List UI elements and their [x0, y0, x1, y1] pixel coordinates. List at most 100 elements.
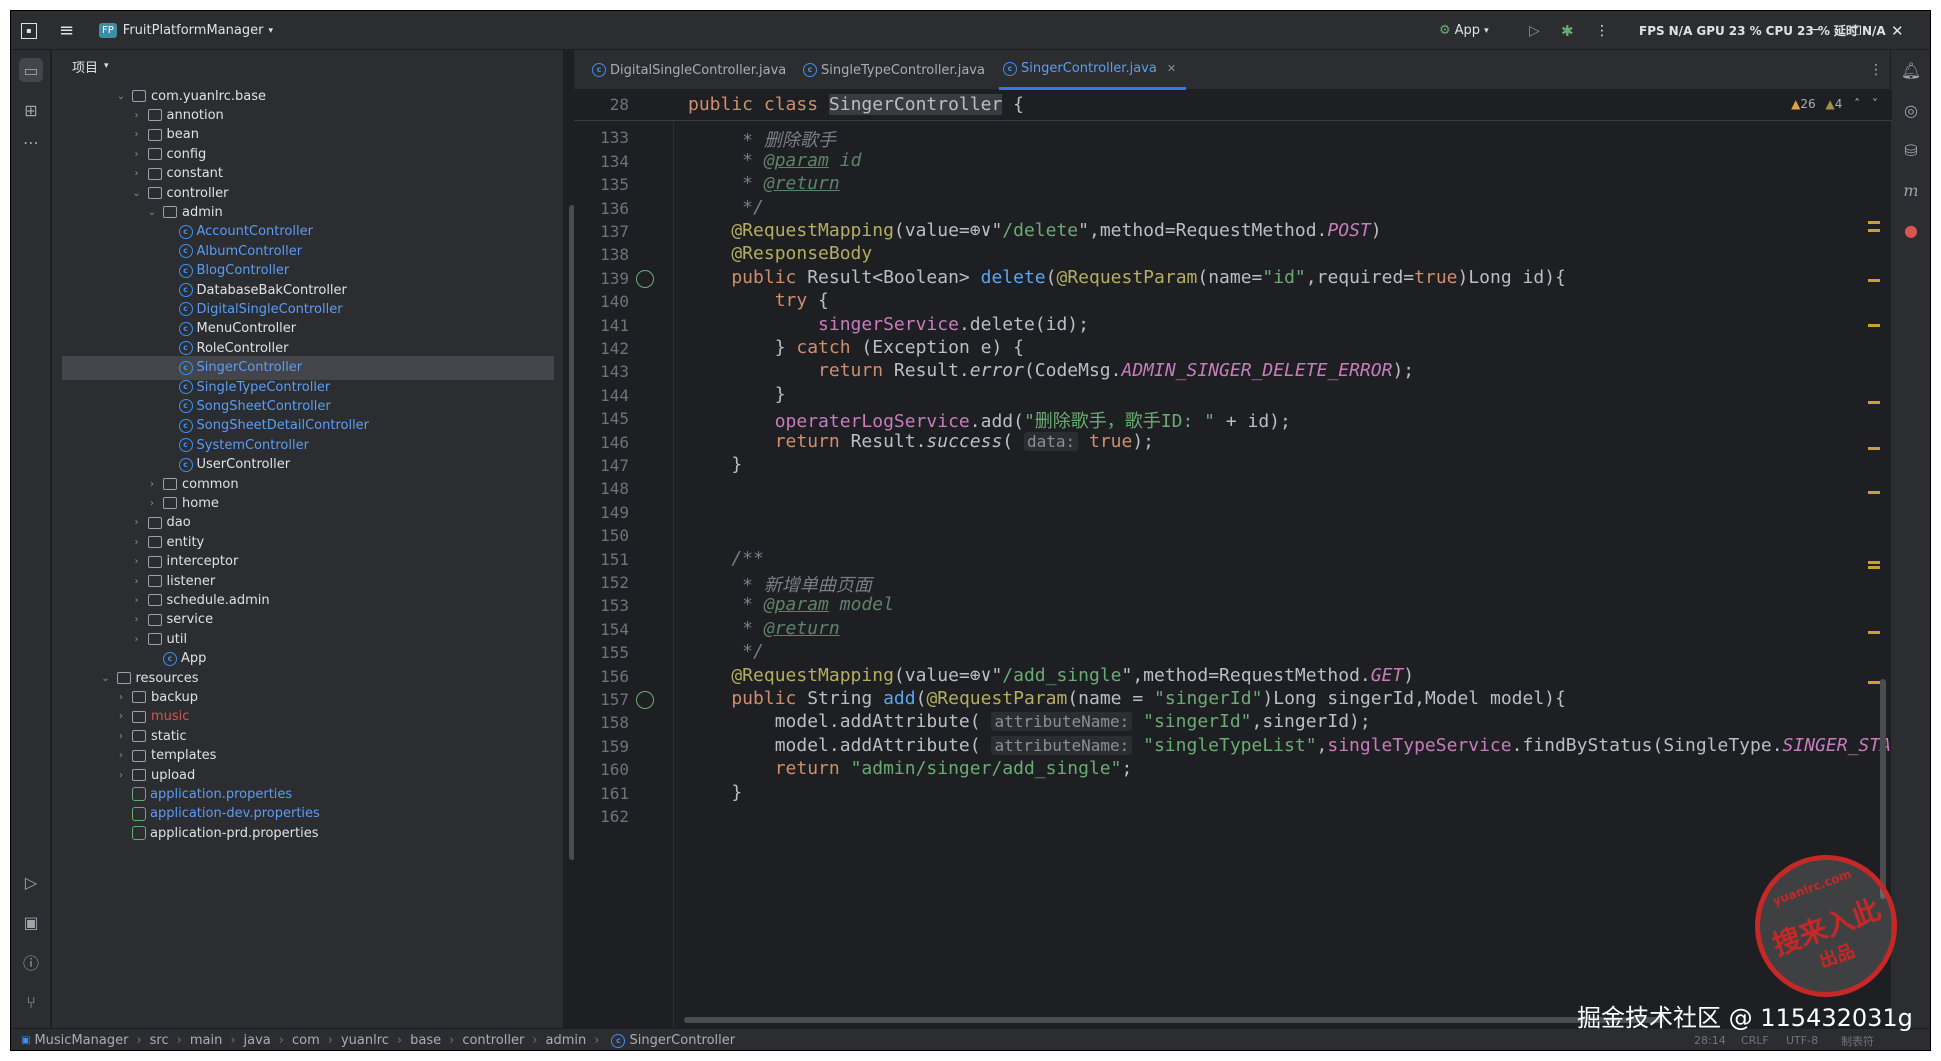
warning-marker[interactable] [1868, 324, 1880, 327]
ide-menu-icon[interactable]: ▪ [21, 11, 37, 50]
chevron-right-icon[interactable]: › [114, 770, 128, 781]
endpoint-gutter-icon[interactable] [636, 691, 654, 709]
class-icon: c [178, 457, 193, 472]
tree-item[interactable]: application-prd.properties [52, 821, 563, 845]
run-services-icon[interactable]: ▷ [19, 870, 43, 894]
warning-marker[interactable] [1868, 681, 1880, 684]
breadcrumb-item[interactable]: java [244, 1033, 271, 1048]
tab-singer-controller[interactable]: c SingerController.java ✕ [999, 50, 1187, 90]
project-folder-icon[interactable]: ▭ [19, 58, 43, 82]
breadcrumb-item[interactable]: com [292, 1033, 320, 1048]
line-number: 151 [600, 549, 629, 569]
warning-marker[interactable] [1868, 561, 1880, 564]
warning-marker[interactable] [1868, 401, 1880, 404]
chevron-right-icon[interactable]: › [130, 556, 144, 567]
code-line: /** [688, 548, 1888, 569]
tab-close-icon[interactable]: ✕ [1167, 62, 1176, 75]
warning-marker[interactable] [1868, 631, 1880, 634]
chevron-right-icon[interactable]: › [145, 498, 159, 509]
cursor-position[interactable]: 28:14 [1694, 1034, 1726, 1047]
git-icon[interactable]: ⑂ [19, 990, 43, 1014]
more-tools-icon[interactable]: ⋯ [19, 130, 43, 154]
chevron-right-icon[interactable]: › [114, 692, 128, 703]
tab-single-type-controller[interactable]: c SingleTypeController.java [799, 50, 985, 90]
line-ending[interactable]: CRLF [1741, 1034, 1769, 1047]
warning-marker[interactable] [1868, 229, 1880, 232]
editor-horizontal-scrollbar[interactable] [684, 1017, 1664, 1023]
warning-marker[interactable] [1868, 279, 1880, 282]
more-actions-icon[interactable]: ⋮ [1595, 11, 1609, 50]
problems-icon[interactable]: ⓘ [19, 950, 43, 974]
chevron-up-icon: ˄ [1854, 97, 1861, 111]
endpoint-gutter-icon[interactable] [636, 269, 654, 288]
chevron-right-icon[interactable]: › [145, 479, 159, 490]
line-number: 141 [600, 315, 629, 335]
warning-icon: ▲ [1791, 97, 1801, 111]
tab-digital-single-controller[interactable]: c DigitalSingleController.java [588, 50, 786, 90]
warning-marker[interactable] [1868, 221, 1880, 224]
chevron-right-icon[interactable]: › [114, 750, 128, 761]
tree-item-label: constant [166, 166, 224, 182]
project-switcher[interactable]: FP FruitPlatformManager ▾ [99, 11, 273, 50]
fps-label: FPS [1639, 23, 1665, 38]
run-icon[interactable]: ▷ [1529, 11, 1540, 50]
hamburger-menu-icon[interactable]: ≡ [59, 11, 74, 50]
inspection-widget[interactable]: ▲26 ▲4 ˄ ˅ [1791, 97, 1878, 111]
tab-options-icon[interactable]: ⋮ [1869, 50, 1883, 90]
chevron-right-icon[interactable]: › [130, 110, 144, 121]
chevron-right-icon[interactable]: › [130, 614, 144, 625]
chevron-right-icon[interactable]: › [130, 149, 144, 160]
notifications-icon[interactable]: 🔔︎ [1899, 58, 1923, 82]
chevron-right-icon[interactable]: › [114, 711, 128, 722]
breadcrumb-item[interactable]: main [190, 1033, 222, 1048]
warning-marker[interactable] [1868, 447, 1880, 450]
editor-vertical-scrollbar[interactable] [1880, 679, 1886, 899]
code-line: * 新增单曲页面 [688, 571, 1888, 597]
breadcrumb-item[interactable]: src [150, 1033, 169, 1048]
breadcrumb-item[interactable]: SingerController [629, 1033, 735, 1048]
minimize-icon[interactable]: ─ [1811, 11, 1819, 50]
restore-icon[interactable]: ❐ [1851, 11, 1862, 50]
chevron-right-icon[interactable]: › [130, 537, 144, 548]
chevron-right-icon[interactable]: › [114, 731, 128, 742]
code-token: @ResponseBody [688, 243, 873, 265]
run-config-selector[interactable]: ⚙ App ▾ [1439, 11, 1489, 50]
chevron-right-icon[interactable]: › [130, 517, 144, 528]
code-token: public [688, 266, 808, 288]
warning-marker[interactable] [1868, 491, 1880, 494]
warning-marker[interactable] [1868, 566, 1880, 569]
code-token: GET [1370, 664, 1404, 686]
code-editor[interactable]: 1321331341351361371381391401411421431441… [574, 91, 1892, 1028]
structure-icon[interactable]: ⊞ [19, 98, 43, 122]
chevron-down-icon[interactable]: ⌄ [130, 188, 144, 199]
chevron-down-icon[interactable]: ⌄ [145, 207, 159, 218]
code-token: model.addAttribute( [688, 734, 992, 756]
breadcrumb-item[interactable]: base [410, 1033, 441, 1048]
close-icon[interactable]: ✕ [1891, 11, 1904, 50]
package-icon [147, 187, 162, 199]
chevron-right-icon[interactable]: › [130, 129, 144, 140]
database-icon[interactable]: ⛁ [1899, 138, 1923, 162]
indent-setting[interactable]: 制表符 [1841, 1033, 1874, 1049]
chevron-down-icon[interactable]: ⌄ [99, 673, 113, 684]
terminal-icon[interactable]: ▣ [19, 910, 43, 934]
plugin-icon[interactable]: ● [1899, 218, 1923, 242]
chevron-right-icon[interactable]: › [130, 576, 144, 587]
breadcrumb-item[interactable]: controller [462, 1033, 524, 1048]
chevron-down-icon[interactable]: ⌄ [114, 91, 128, 102]
chevron-right-icon[interactable]: › [130, 634, 144, 645]
tree-item-label: dao [166, 515, 191, 531]
breadcrumb-item[interactable]: admin [546, 1033, 587, 1048]
debug-icon[interactable]: ✱ [1561, 11, 1574, 50]
code-token: String [807, 688, 884, 709]
chevron-right-icon[interactable]: › [130, 595, 144, 606]
breadcrumb-item[interactable]: yuanlrc [341, 1033, 389, 1048]
ai-assistant-icon[interactable]: ◎ [1899, 98, 1923, 122]
project-panel-header[interactable]: 项目 ▾ [52, 50, 563, 82]
maven-icon[interactable]: m [1899, 178, 1923, 202]
breadcrumb-item[interactable]: MusicManager [34, 1033, 128, 1048]
chevron-right-icon[interactable]: › [130, 168, 144, 179]
sticky-header[interactable]: 28 public class SingerController { [574, 91, 1892, 121]
file-encoding[interactable]: UTF-8 [1786, 1034, 1818, 1047]
